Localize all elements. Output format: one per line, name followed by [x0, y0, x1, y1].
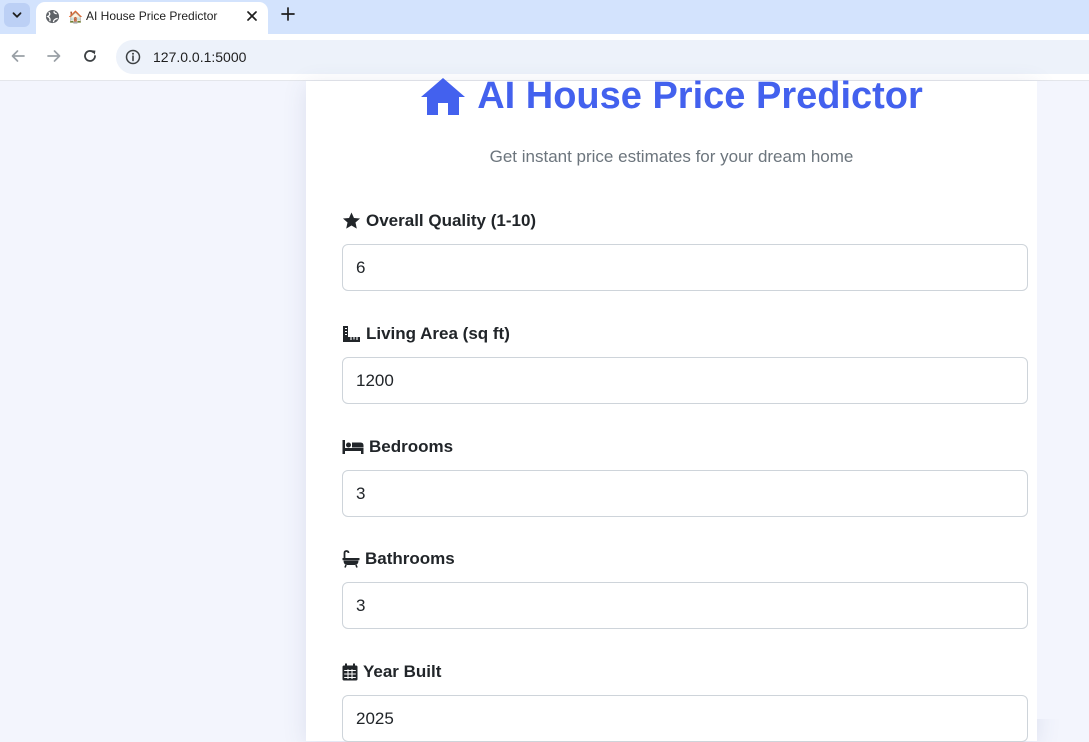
bedrooms-label-text: Bedrooms	[369, 437, 454, 456]
page-right-margin	[1037, 81, 1089, 719]
living-area-label: Living Area (sq ft)	[342, 324, 510, 344]
forward-arrow-icon[interactable]	[46, 48, 62, 64]
close-icon[interactable]	[245, 9, 259, 23]
ruler-icon	[343, 326, 360, 342]
bathrooms-input[interactable]	[342, 582, 1028, 629]
browser-toolbar: 127.0.0.1:5000	[0, 34, 1089, 81]
home-icon	[421, 78, 466, 115]
year-built-label-text: Year Built	[363, 662, 442, 681]
bathrooms-label: Bathrooms	[342, 549, 455, 569]
quality-label: Overall Quality (1-10)	[342, 211, 536, 231]
bedrooms-label: Bedrooms	[342, 437, 453, 457]
bathrooms-label-text: Bathrooms	[365, 549, 455, 568]
page-title: AI House Price Predictor	[477, 75, 923, 117]
address-bar[interactable]: 127.0.0.1:5000	[116, 40, 1089, 74]
page-subtitle: Get instant price estimates for your dre…	[489, 147, 854, 166]
tab-search-button[interactable]	[4, 3, 30, 27]
info-icon[interactable]	[125, 49, 141, 65]
bath-icon	[342, 550, 360, 568]
new-tab-plus-icon[interactable]	[280, 6, 296, 22]
url-text: 127.0.0.1:5000	[153, 49, 247, 65]
year-built-label: Year Built	[342, 662, 441, 682]
browser-tab[interactable]: 🏠 AI House Price Predictor	[36, 2, 268, 34]
living-area-input[interactable]	[342, 357, 1028, 404]
back-arrow-icon[interactable]	[10, 48, 26, 64]
tab-title: AI House Price Predictor	[86, 9, 218, 23]
bed-icon	[342, 440, 364, 454]
bedrooms-input[interactable]	[342, 470, 1028, 517]
calendar-icon	[342, 663, 358, 681]
globe-icon	[45, 9, 60, 24]
reload-icon[interactable]	[82, 48, 98, 64]
page-heading: AI House Price Predictor	[306, 75, 1037, 117]
star-icon	[342, 212, 361, 229]
living-area-label-text: Living Area (sq ft)	[366, 324, 510, 343]
quality-label-text: Overall Quality (1-10)	[366, 211, 537, 230]
predictor-card: AI House Price Predictor Get instant pri…	[306, 75, 1037, 742]
quality-input[interactable]	[342, 244, 1028, 291]
chevron-down-icon	[12, 12, 22, 18]
tab-favicon-emoji: 🏠	[68, 10, 83, 24]
browser-tabstrip: 🏠 AI House Price Predictor	[0, 0, 1089, 34]
